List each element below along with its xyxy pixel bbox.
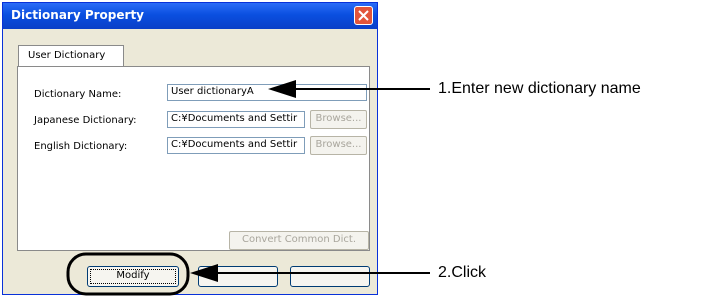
tab-user-dictionary[interactable]: User Dictionary xyxy=(18,45,124,67)
window-title: Dictionary Property xyxy=(11,8,145,22)
japanese-browse-button[interactable]: Browse... xyxy=(310,110,367,129)
close-icon xyxy=(358,10,369,21)
japanese-dictionary-path[interactable]: C:¥Documents and Settir xyxy=(167,111,305,128)
japanese-dictionary-label: Japanese Dictionary: xyxy=(34,115,137,126)
convert-common-dict-button[interactable]: Convert Common Dict. xyxy=(229,231,369,250)
annotation-step-2: 2.Click xyxy=(438,264,487,281)
english-browse-button[interactable]: Browse... xyxy=(310,136,367,155)
close-button[interactable] xyxy=(354,6,373,25)
dictionary-name-input[interactable]: User dictionaryA xyxy=(167,84,367,101)
title-bar[interactable]: Dictionary Property xyxy=(3,3,377,29)
modify-button[interactable]: Modify xyxy=(87,266,179,287)
dictionary-property-window: Dictionary Property User Dictionary Dict… xyxy=(2,2,378,295)
annotation-step-1: 1.Enter new dictionary name xyxy=(438,80,641,97)
help-button[interactable] xyxy=(290,266,370,287)
english-dictionary-path[interactable]: C:¥Documents and Settir xyxy=(167,137,305,154)
dictionary-name-label: Dictionary Name: xyxy=(34,89,122,100)
english-dictionary-label: English Dictionary: xyxy=(34,141,128,152)
cancel-button[interactable] xyxy=(198,266,278,287)
